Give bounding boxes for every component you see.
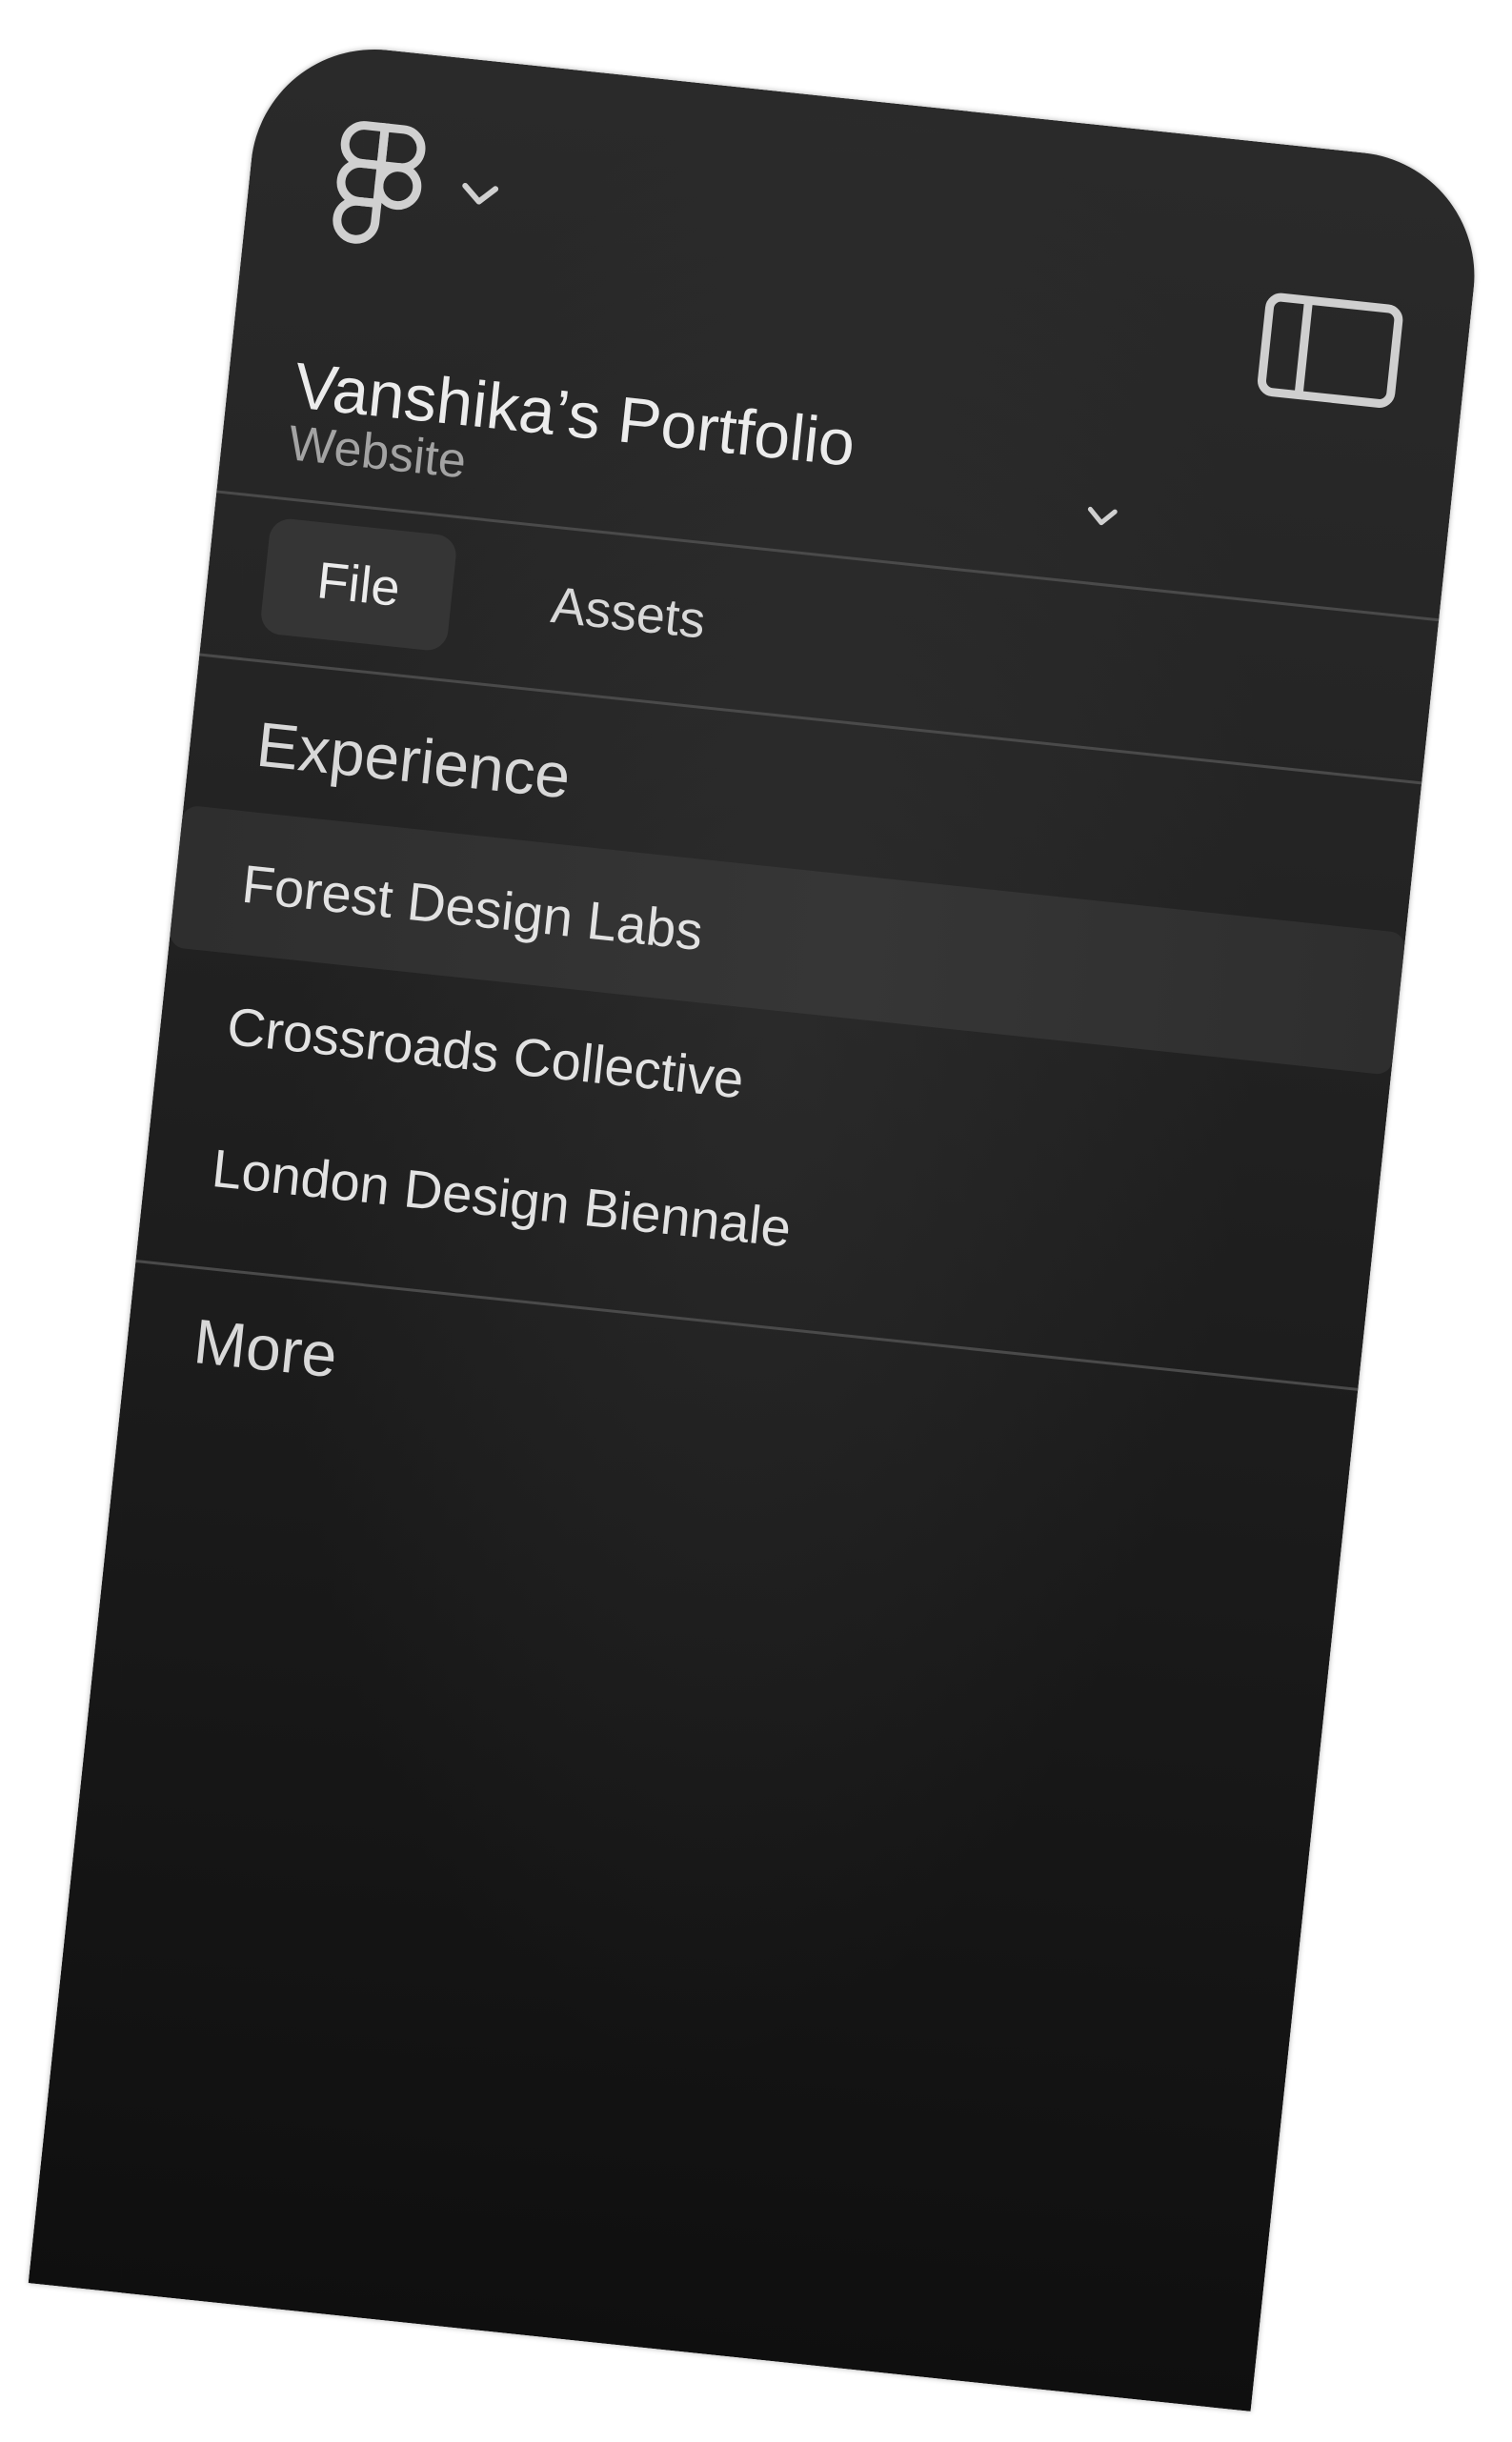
section-title-more[interactable]: More (191, 1304, 340, 1391)
panel-toolbar (238, 37, 1486, 412)
chevron-down-icon (1084, 505, 1119, 533)
sidebar-layout-icon (1255, 293, 1403, 414)
chevron-down-icon (459, 181, 499, 210)
section-title-experience: Experience (253, 708, 575, 812)
tab-assets[interactable]: Assets (494, 541, 763, 684)
figma-logo-icon (329, 117, 429, 252)
toggle-layout-button[interactable] (1255, 291, 1404, 414)
tab-file[interactable]: File (259, 516, 458, 653)
stage: Vanshika’s Portfolio Website File Assets… (0, 0, 1512, 2442)
page-list: Forest Design Labs Crossroads Collective… (139, 804, 1406, 1360)
main-menu-button[interactable] (329, 117, 505, 259)
layers-panel: Vanshika’s Portfolio Website File Assets… (28, 37, 1487, 2412)
